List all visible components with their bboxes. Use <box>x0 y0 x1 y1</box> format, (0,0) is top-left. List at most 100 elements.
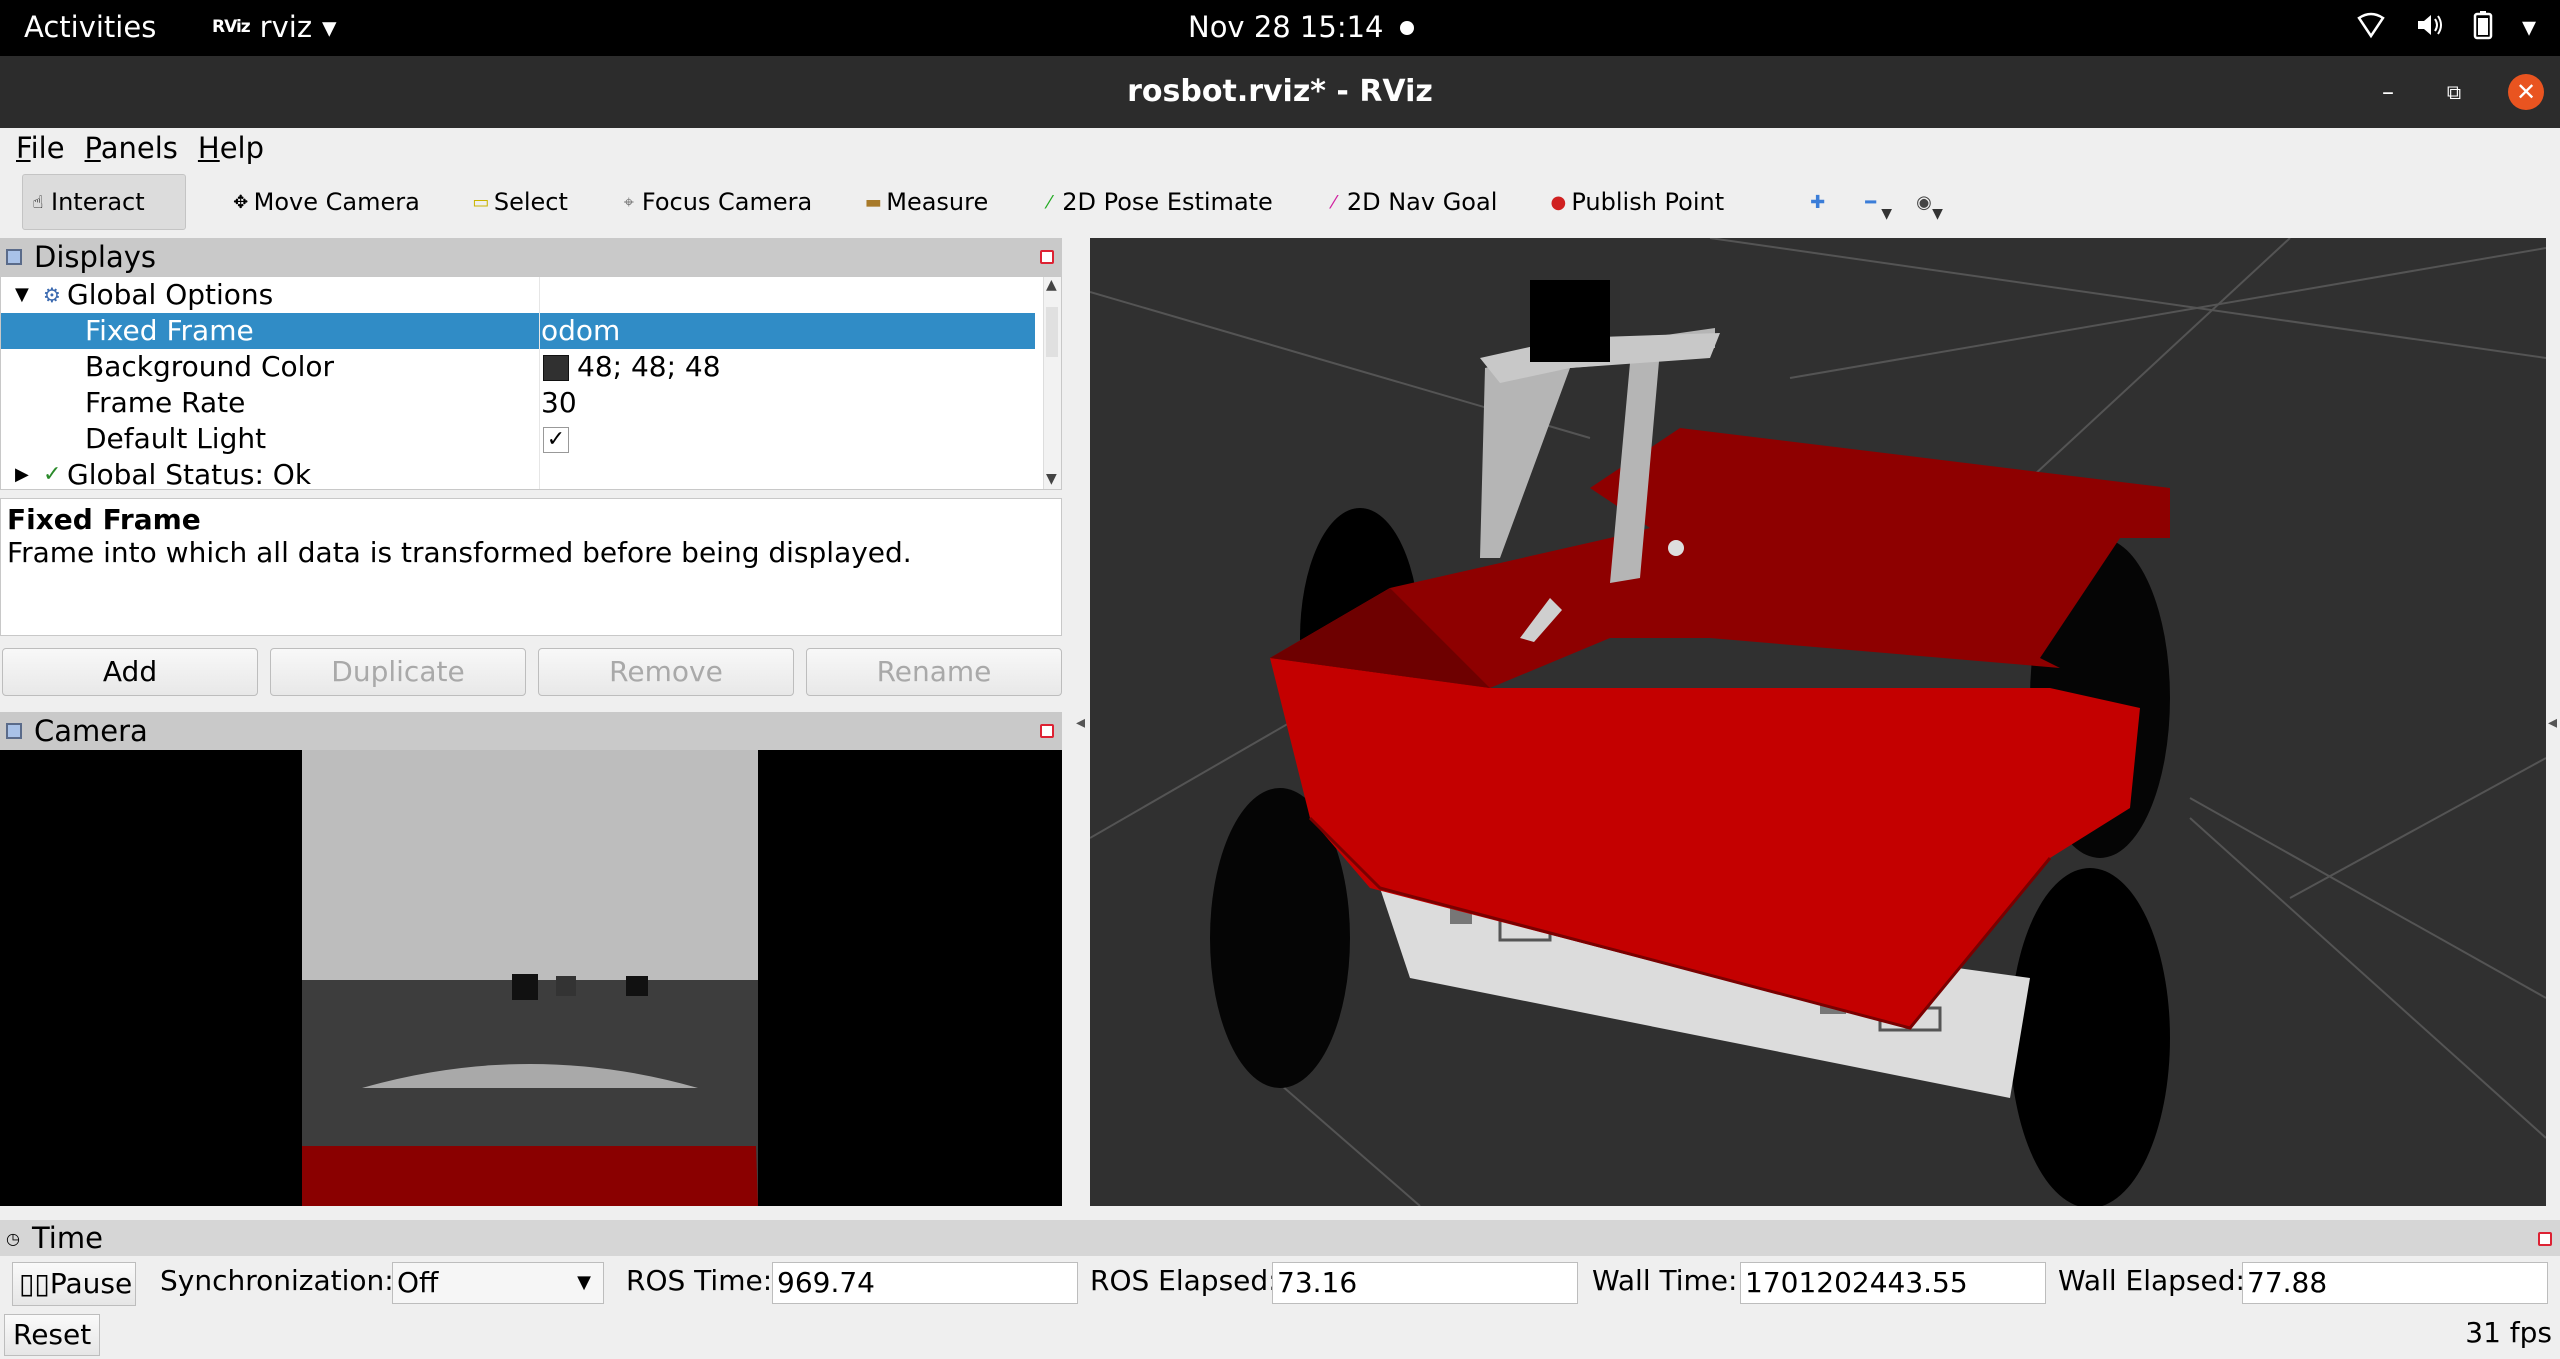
rename-button[interactable]: Rename <box>806 648 1062 696</box>
clock-icon: ◷ <box>6 1228 20 1248</box>
add-tool-icon[interactable]: ✚ <box>1810 192 1825 213</box>
chevron-down-icon[interactable]: ▼ <box>15 277 29 313</box>
robot-3d-scene <box>1089 237 2547 1208</box>
pause-button[interactable]: ▯▯Pause <box>12 1262 136 1306</box>
splitter-handle-icon[interactable]: ◂ <box>2548 712 2557 733</box>
tree-row-background-color[interactable]: Background Color 48; 48; 48 <box>1 349 1035 385</box>
activities-button[interactable]: Activities <box>24 10 156 44</box>
tree-row-default-light[interactable]: Default Light ✓ <box>1 421 1035 457</box>
hand-pointer-icon: ☝ <box>32 191 44 213</box>
maximize-button[interactable]: ⧉ <box>2436 74 2472 110</box>
interact-label: Interact <box>51 188 145 216</box>
tree-row-frame-rate[interactable]: Frame Rate 30 <box>1 385 1035 421</box>
ros-elapsed-field[interactable]: 73.16 <box>1272 1262 1578 1304</box>
publish-point-label: Publish Point <box>1571 188 1725 216</box>
pause-label: Pause <box>49 1267 133 1300</box>
tree-row-label: Fixed Frame <box>85 314 254 347</box>
scroll-up-icon[interactable]: ▲ <box>1046 277 1057 293</box>
battery-icon <box>2472 10 2494 47</box>
close-button[interactable]: ✕ <box>2508 74 2544 110</box>
app-menu[interactable]: RViz rviz ▾ <box>212 10 337 44</box>
focus-crosshair-icon: ⌖ <box>623 191 634 213</box>
remove-button[interactable]: Remove <box>538 648 794 696</box>
property-description: Fixed Frame Frame into which all data is… <box>0 498 1062 636</box>
rviz-logo-icon: RViz <box>212 17 251 37</box>
publish-point-tool-button[interactable]: ● Publish Point <box>1543 174 1730 230</box>
menu-file[interactable]: File <box>16 128 65 168</box>
reset-button[interactable]: Reset <box>4 1314 100 1356</box>
description-text: Frame into which all data is transformed… <box>7 536 912 569</box>
ruler-icon: ▬ <box>864 191 882 213</box>
select-tool-button[interactable]: ▭ Select <box>466 174 574 230</box>
system-tray[interactable]: ▾ <box>2356 10 2536 47</box>
interact-tool-button[interactable]: ☝ Interact <box>22 174 186 230</box>
app-name: rviz <box>259 10 313 44</box>
camera-image-view[interactable] <box>0 750 1062 1206</box>
fixed-frame-value[interactable]: odom <box>541 313 620 349</box>
time-panel-header: ◷ Time <box>0 1220 2560 1256</box>
window-title-bar[interactable]: rosbot.rviz* - RViz – ⧉ ✕ <box>0 56 2560 128</box>
3d-render-view[interactable] <box>1089 237 2547 1208</box>
move-camera-tool-button[interactable]: ✥ Move Camera <box>226 174 426 230</box>
close-panel-icon[interactable] <box>2538 1232 2552 1246</box>
ros-time-field[interactable]: 969.74 <box>772 1262 1078 1304</box>
tree-row-fixed-frame[interactable]: Fixed Frame odom <box>1 313 1035 349</box>
menu-help[interactable]: Help <box>198 128 264 168</box>
ros-time-label: ROS Time: <box>626 1264 773 1297</box>
clock[interactable]: Nov 28 15:14 <box>1188 10 1384 44</box>
displays-tree[interactable]: ▼ ⚙ Global Options Fixed Frame odom Back… <box>0 276 1062 493</box>
default-light-checkbox[interactable]: ✓ <box>543 427 569 453</box>
background-color-value[interactable]: 48; 48; 48 <box>577 349 721 385</box>
displays-panel-header: Displays <box>0 238 1062 276</box>
tree-row-label: Global Options <box>67 278 274 311</box>
camera-icon <box>6 723 22 739</box>
check-icon: ✓ <box>43 462 62 487</box>
minimize-button[interactable]: – <box>2370 74 2406 110</box>
focus-camera-tool-button[interactable]: ⌖ Focus Camera <box>614 174 818 230</box>
camera-panel-header: Camera <box>0 712 1062 750</box>
network-icon <box>2356 10 2386 47</box>
sync-dropdown[interactable]: Off ▼ <box>392 1262 604 1304</box>
monitor-icon <box>6 249 22 265</box>
system-top-bar: Activities RViz rviz ▾ Nov 28 15:14 ▾ <box>0 0 2560 56</box>
pause-icon: ▯▯ <box>19 1267 50 1300</box>
wall-time-field[interactable]: 1701202443.55 <box>1740 1262 2046 1304</box>
fps-counter: 31 fps <box>2465 1316 2552 1349</box>
tree-row-label: Frame Rate <box>85 386 246 419</box>
close-panel-icon[interactable] <box>1040 250 1054 264</box>
magenta-arrow-icon: ⁄ <box>1332 191 1336 213</box>
remove-tool-icon[interactable]: ━ ▼ <box>1865 192 1892 222</box>
tree-row-label: Default Light <box>85 422 267 455</box>
splitter-handle-icon[interactable]: ◂ <box>1076 712 1085 733</box>
add-button[interactable]: Add <box>2 648 258 696</box>
window-title: rosbot.rviz* - RViz <box>1127 74 1433 109</box>
frame-rate-value[interactable]: 30 <box>541 385 577 421</box>
select-box-icon: ▭ <box>472 191 490 213</box>
move-arrows-icon: ✥ <box>233 191 249 213</box>
nav-goal-label: 2D Nav Goal <box>1346 188 1498 216</box>
nav-goal-tool-button[interactable]: ⁄ 2D Nav Goal <box>1319 174 1504 230</box>
camera-title: Camera <box>34 714 148 748</box>
scroll-down-icon[interactable]: ▼ <box>1046 471 1057 487</box>
gear-icon: ⚙ <box>43 283 61 307</box>
duplicate-button[interactable]: Duplicate <box>270 648 526 696</box>
tool-bar: ☝ Interact ✥ Move Camera ▭ Select ⌖ Focu… <box>0 170 2560 234</box>
pose-estimate-tool-button[interactable]: ⁄ 2D Pose Estimate <box>1034 174 1279 230</box>
chevron-down-icon: ▼ <box>577 1272 591 1293</box>
wall-elapsed-label: Wall Elapsed: <box>2058 1264 2245 1297</box>
scroll-thumb[interactable] <box>1046 307 1058 357</box>
tool-properties-icon[interactable]: ◉ ▼ <box>1916 192 1943 222</box>
wall-elapsed-field[interactable]: 77.88 <box>2242 1262 2548 1304</box>
chevron-right-icon[interactable]: ▶ <box>15 457 29 493</box>
volume-icon <box>2414 10 2444 47</box>
tree-scrollbar[interactable]: ▲ ▼ <box>1043 277 1061 489</box>
select-label: Select <box>493 188 568 216</box>
close-panel-icon[interactable] <box>1040 724 1054 738</box>
measure-tool-button[interactable]: ▬ Measure <box>858 174 994 230</box>
tree-row-label: Background Color <box>85 350 335 383</box>
color-swatch[interactable] <box>543 355 569 381</box>
chevron-down-icon: ▾ <box>322 10 337 44</box>
menu-panels[interactable]: Panels <box>85 128 178 168</box>
focus-camera-label: Focus Camera <box>641 188 813 216</box>
move-camera-label: Move Camera <box>253 188 420 216</box>
